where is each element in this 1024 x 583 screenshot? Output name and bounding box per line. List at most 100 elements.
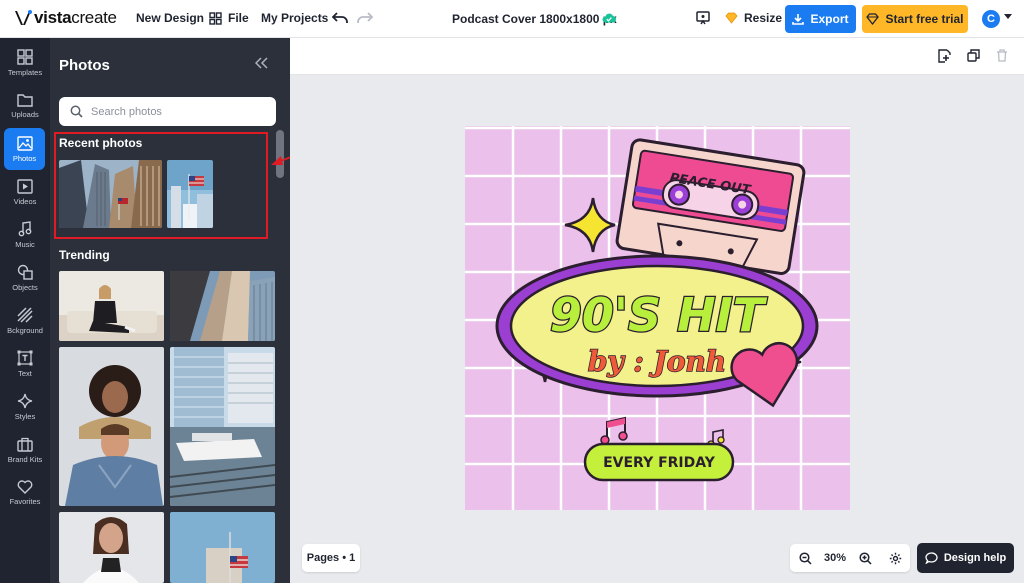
photos-panel: Photos Recent photos bbox=[50, 38, 290, 583]
woman-sofa-photo bbox=[59, 271, 164, 341]
zoom-out-button[interactable] bbox=[790, 544, 820, 572]
templates-icon bbox=[17, 49, 33, 65]
gear-icon bbox=[889, 552, 901, 564]
rail-item-styles[interactable]: Styles bbox=[0, 386, 50, 428]
trending-photo-thumbnail[interactable] bbox=[170, 271, 275, 341]
top-bar: vistacreate New Design File My Projects … bbox=[0, 0, 1024, 38]
redo-icon bbox=[357, 12, 373, 23]
new-design-button[interactable]: New Design bbox=[136, 11, 204, 25]
rail-item-templates[interactable]: Templates bbox=[0, 42, 50, 84]
panel-scrollbar[interactable] bbox=[276, 130, 284, 583]
trending-photo-thumbnail[interactable] bbox=[59, 271, 164, 341]
zoom-level[interactable]: 30% bbox=[820, 544, 850, 572]
pages-button[interactable]: Pages • 1 bbox=[302, 544, 360, 572]
logo-text-light: create bbox=[71, 8, 117, 27]
duplicate-page-icon[interactable] bbox=[967, 49, 980, 62]
music-icon bbox=[18, 221, 32, 237]
trending-photo-thumbnail[interactable] bbox=[170, 347, 275, 506]
chevron-down-icon[interactable] bbox=[1004, 14, 1012, 20]
present-button[interactable] bbox=[696, 11, 710, 25]
recent-photos-heading: Recent photos bbox=[59, 136, 143, 150]
recent-photo-thumbnail[interactable] bbox=[167, 160, 213, 228]
undo-button[interactable] bbox=[332, 12, 348, 24]
shapes-icon bbox=[17, 264, 33, 280]
flag-photo bbox=[167, 160, 213, 228]
resize-button[interactable]: Resize bbox=[725, 11, 782, 25]
star-shape bbox=[564, 197, 616, 253]
zoom-settings-button[interactable] bbox=[880, 544, 910, 572]
present-icon bbox=[696, 11, 710, 25]
rail-item-background[interactable]: Bckground bbox=[0, 300, 50, 342]
document-title[interactable]: Podcast Cover 1800x1800 px bbox=[452, 12, 617, 26]
vistacreate-logo[interactable]: vistacreate bbox=[14, 8, 117, 28]
design-help-label: Design help bbox=[943, 552, 1007, 564]
rail-item-objects[interactable]: Objects bbox=[0, 257, 50, 299]
file-menu-button[interactable]: File bbox=[209, 11, 249, 25]
briefcase-icon bbox=[17, 437, 33, 452]
cassette-graphic bbox=[615, 138, 806, 275]
search-box[interactable] bbox=[59, 97, 276, 126]
export-button[interactable]: Export bbox=[785, 5, 856, 33]
rail-item-uploads[interactable]: Uploads bbox=[0, 85, 50, 127]
new-design-label: New Design bbox=[136, 11, 205, 25]
download-icon bbox=[792, 14, 805, 25]
rail-item-videos[interactable]: Videos bbox=[0, 171, 50, 213]
rail-label: Videos bbox=[13, 196, 37, 206]
start-free-trial-button[interactable]: Start free trial bbox=[862, 5, 968, 33]
rail-item-favorites[interactable]: Favorites bbox=[0, 472, 50, 514]
design-help-button[interactable]: Design help bbox=[917, 543, 1014, 573]
rail-label: Objects bbox=[12, 283, 38, 292]
rail-item-music[interactable]: Music bbox=[0, 214, 50, 256]
rail-item-photos[interactable]: Photos bbox=[4, 128, 45, 170]
my-projects-label: My Projects bbox=[261, 11, 329, 25]
canvas-toolbar bbox=[290, 38, 1024, 75]
rail-label: Templates bbox=[7, 68, 43, 77]
add-page-icon[interactable] bbox=[938, 49, 951, 63]
podcast-cover-design[interactable]: PEACE OUT 90'S HIT by : Jonh EVERY FRIDA… bbox=[465, 126, 850, 510]
rail-label: Brand Kits bbox=[7, 454, 43, 464]
building-flag-photo bbox=[170, 512, 275, 583]
text-icon bbox=[17, 350, 33, 366]
export-label: Export bbox=[810, 12, 849, 26]
background-icon bbox=[17, 307, 33, 323]
headline-text[interactable]: 90'S HIT bbox=[549, 287, 769, 344]
search-icon bbox=[70, 105, 83, 118]
rail-item-text[interactable]: Text bbox=[0, 343, 50, 385]
zoom-in-button[interactable] bbox=[850, 544, 880, 572]
heart-icon bbox=[17, 480, 33, 494]
trending-photo-thumbnail[interactable] bbox=[59, 347, 164, 506]
redo-button[interactable] bbox=[357, 12, 373, 24]
rail-label: Text bbox=[18, 369, 32, 378]
cloud-saved-icon bbox=[602, 11, 617, 29]
search-input[interactable] bbox=[91, 105, 261, 118]
rail-label: Uploads bbox=[11, 110, 39, 119]
grid-icon bbox=[209, 11, 222, 25]
folder-icon bbox=[17, 94, 33, 107]
rail-label: Music bbox=[15, 240, 35, 249]
logo-v-icon bbox=[15, 10, 32, 25]
trending-photo-thumbnail[interactable] bbox=[170, 512, 275, 583]
undo-icon bbox=[332, 12, 348, 23]
my-projects-button[interactable]: My Projects bbox=[261, 11, 328, 25]
zoom-controls: 30% bbox=[790, 544, 910, 572]
trending-photo-thumbnail[interactable] bbox=[59, 512, 164, 583]
left-rail: Templates Uploads Photos Videos Music Ob… bbox=[0, 38, 50, 583]
couple-photo bbox=[59, 347, 164, 506]
zoom-in-icon bbox=[858, 551, 872, 565]
byline-text[interactable]: by : Jonh bbox=[587, 344, 727, 379]
harbor-photo bbox=[170, 347, 275, 506]
premium-diamond-icon bbox=[866, 13, 880, 25]
rail-item-brand-kits[interactable]: Brand Kits bbox=[0, 429, 50, 471]
podcast-cover-artwork: PEACE OUT 90'S HIT by : Jonh EVERY FRIDA… bbox=[465, 126, 850, 510]
resize-label: Resize bbox=[744, 11, 783, 25]
sparkle-icon bbox=[17, 393, 33, 409]
logo-text-bold: vista bbox=[34, 8, 72, 27]
delete-page-icon[interactable] bbox=[996, 49, 1008, 62]
recent-photo-thumbnail[interactable] bbox=[59, 160, 162, 228]
pill-text[interactable]: EVERY FRIDAY bbox=[603, 455, 716, 471]
avatar[interactable]: C bbox=[982, 10, 1000, 28]
woman-portrait-photo bbox=[59, 512, 164, 583]
chat-bubble-icon bbox=[925, 552, 938, 564]
collapse-panel-icon[interactable] bbox=[255, 57, 269, 69]
trial-label: Start free trial bbox=[885, 12, 964, 26]
